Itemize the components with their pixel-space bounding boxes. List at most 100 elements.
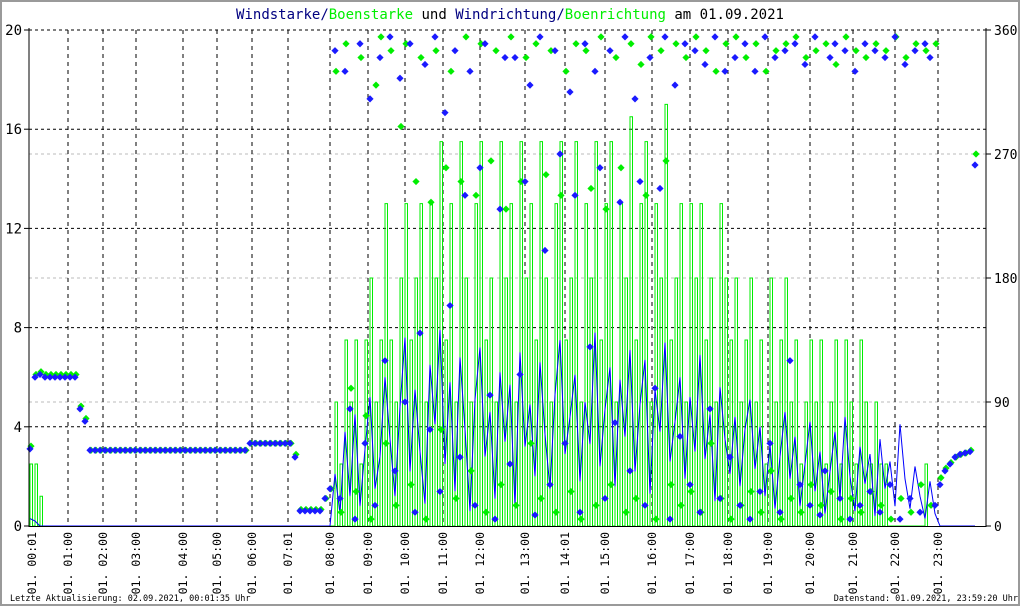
point-boenrichtung [462, 33, 470, 41]
point-windrichtung [896, 515, 904, 523]
point-boenrichtung [377, 33, 385, 41]
point-windrichtung [691, 47, 699, 55]
point-boenrichtung [412, 177, 420, 186]
point-boenrichtung [782, 40, 790, 48]
point-windrichtung [646, 53, 654, 62]
point-boenrichtung [472, 191, 480, 199]
x-tick-label: 01. 08:00 [323, 532, 337, 594]
point-boenrichtung [417, 53, 425, 62]
right-tick-label: 270 [994, 148, 1017, 163]
point-windrichtung [771, 53, 779, 62]
point-windrichtung [971, 161, 979, 169]
point-windrichtung [606, 47, 614, 55]
point-boenrichtung [667, 481, 675, 489]
left-tick-label: 12 [5, 221, 22, 237]
x-tick-label: 01. 23:00 [931, 532, 945, 594]
point-boenrichtung [907, 508, 915, 516]
point-boenrichtung [722, 40, 730, 48]
point-boenrichtung [512, 501, 520, 509]
point-boenrichtung [922, 47, 930, 55]
point-boenrichtung [822, 40, 830, 48]
chart-frame: 0 4 8 12 16 20 0 90 180 270 360 01. 00:01 01. 01:00 0… [0, 0, 1020, 606]
point-boenrichtung [562, 67, 570, 75]
x-tick-label: 01. 05:00 [210, 532, 224, 594]
point-windrichtung [881, 53, 889, 62]
point-boenrichtung [387, 47, 395, 55]
x-tick-label: 01. 13:00 [518, 532, 532, 594]
x-tick-label: 01. 11:00 [436, 532, 450, 594]
point-boenrichtung [797, 508, 805, 516]
point-boenrichtung [912, 40, 920, 48]
point-boenrichtung [932, 40, 940, 48]
point-windrichtung [741, 40, 749, 48]
point-windrichtung [396, 74, 404, 82]
point-boenrichtung [432, 47, 440, 55]
point-boenrichtung [442, 164, 450, 172]
footer-data-timestamp: Datenstand: 01.09.2021, 23:59:20 Uhr [834, 594, 1018, 604]
point-windrichtung [841, 47, 849, 55]
left-tick-label: 20 [5, 23, 22, 39]
x-tick-label: 01. 02:00 [96, 532, 110, 594]
point-boenrichtung [607, 481, 615, 489]
point-windrichtung [751, 67, 759, 75]
point-boenrichtung [492, 47, 500, 55]
point-boenrichtung [447, 67, 455, 75]
x-tick-label: 01. 14:01 [558, 532, 572, 594]
title-part: Windrichtung/ [455, 7, 565, 23]
point-boenrichtung [647, 33, 655, 41]
point-windrichtung [386, 33, 394, 41]
x-tick-label: 01. 22:00 [888, 532, 902, 594]
point-boenrichtung [497, 481, 505, 489]
point-windrichtung [431, 33, 439, 41]
point-boenrichtung [407, 481, 415, 489]
left-tick-label: 8 [14, 321, 22, 337]
point-windrichtung [326, 485, 334, 493]
point-boenrichtung [577, 515, 585, 523]
point-boenrichtung [897, 494, 905, 503]
point-boenrichtung [592, 501, 600, 509]
point-boenrichtung [832, 60, 840, 69]
point-boenrichtung [657, 47, 665, 55]
point-windrichtung [891, 33, 899, 41]
chart-marks [26, 33, 980, 527]
point-boenrichtung [522, 53, 530, 62]
point-boenrichtung [487, 157, 495, 165]
point-windrichtung [536, 33, 544, 41]
point-boenrichtung [757, 508, 765, 516]
point-boenrichtung [482, 508, 490, 516]
point-boenrichtung [882, 47, 890, 55]
point-windrichtung [801, 60, 809, 69]
point-boenrichtung [532, 40, 540, 48]
point-boenrichtung [687, 487, 695, 496]
point-windrichtung [591, 67, 599, 75]
point-windrichtung [511, 53, 519, 62]
point-windrichtung [341, 67, 349, 75]
point-boenrichtung [972, 150, 980, 158]
point-boenrichtung [332, 67, 340, 75]
point-windrichtung [811, 33, 819, 41]
point-boenrichtung [622, 508, 630, 516]
point-boenrichtung [652, 515, 660, 523]
point-boenrichtung [467, 467, 475, 475]
point-boenrichtung [602, 205, 610, 213]
point-windrichtung [711, 33, 719, 41]
point-boenrichtung [587, 184, 595, 193]
point-boenrichtung [527, 439, 535, 447]
point-windrichtung [831, 40, 839, 48]
point-boenrichtung [862, 53, 870, 62]
point-windrichtung [681, 40, 689, 48]
point-boenrichtung [632, 494, 640, 503]
point-boenrichtung [742, 53, 750, 62]
x-tick-label: 01. 06:00 [245, 532, 259, 594]
point-boenrichtung [427, 198, 435, 206]
point-boenrichtung [787, 494, 795, 503]
point-boenrichtung [837, 515, 845, 523]
x-tick-label: 01. 18:00 [721, 532, 735, 594]
point-boenrichtung [712, 67, 720, 75]
point-boenrichtung [692, 33, 700, 41]
x-tick-label: 01. 21:00 [846, 532, 860, 594]
point-boenrichtung [662, 157, 670, 165]
point-boenrichtung [772, 47, 780, 55]
left-tick-label: 4 [14, 420, 22, 436]
point-boenrichtung [677, 501, 685, 509]
